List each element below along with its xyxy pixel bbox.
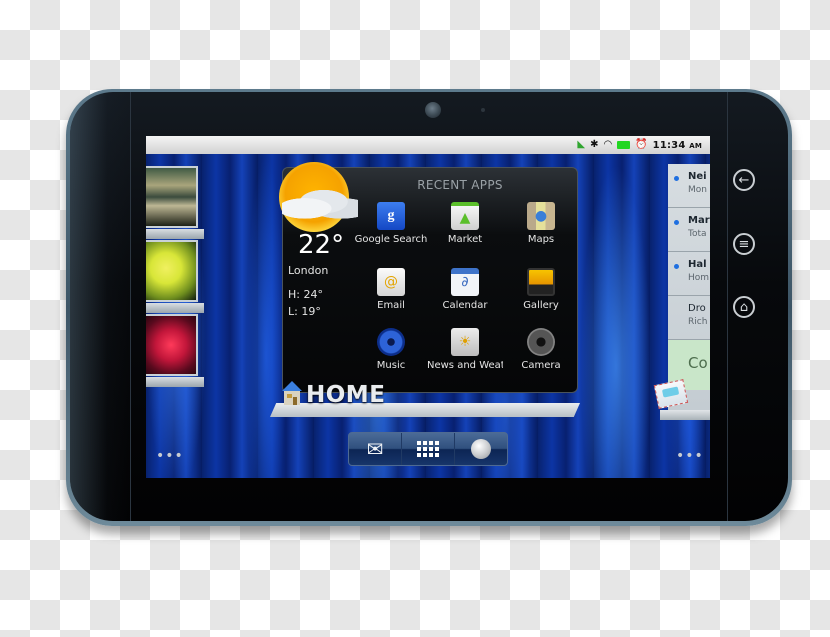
dock: ✉ xyxy=(348,432,508,466)
house-icon xyxy=(282,381,302,405)
app-maps[interactable]: ● Maps xyxy=(503,202,579,245)
home-label[interactable]: HOME xyxy=(306,382,385,408)
app-grid-icon xyxy=(417,441,439,457)
app-market[interactable]: ▲ Market xyxy=(427,202,503,245)
weather-city: London xyxy=(288,264,329,277)
notification-sender: Mar xyxy=(688,215,710,226)
app-email[interactable]: @ Email xyxy=(353,268,429,311)
notification-item[interactable]: Mar Tota xyxy=(668,208,710,252)
market-icon: ▲ xyxy=(451,202,479,230)
photo-shelf xyxy=(146,303,204,313)
front-camera xyxy=(425,102,441,118)
music-icon xyxy=(377,328,405,356)
bezel-divider-left xyxy=(130,92,131,521)
google-search-icon: g xyxy=(377,202,405,230)
email-icon: @ xyxy=(377,268,405,296)
left-panel-dots-button[interactable]: ••• xyxy=(156,448,184,464)
app-label: Music xyxy=(376,360,406,371)
photo-thumbnail[interactable] xyxy=(146,314,198,376)
notification-preview: Rich xyxy=(688,317,708,327)
news-weather-icon: ☀ xyxy=(451,328,479,356)
app-google-search[interactable]: g Google Search xyxy=(353,202,429,245)
notifications-panel: Nei Mon Mar Tota Hal Hom Dro Rich Co xyxy=(668,164,710,410)
app-label: Market xyxy=(447,234,483,245)
dock-browser-button[interactable] xyxy=(455,433,507,465)
bezel-divider-right xyxy=(727,92,728,521)
status-bar[interactable]: ◣ ✱ ◠ ⏰ 11:34 AM xyxy=(146,136,710,154)
battery-icon xyxy=(617,141,631,149)
house-icon: ⌂ xyxy=(739,299,749,315)
notification-item[interactable]: Nei Mon xyxy=(668,164,710,208)
right-panel-dots-button[interactable]: ••• xyxy=(676,448,704,464)
bluetooth-icon: ✱ xyxy=(590,139,599,150)
weather-low: L: 19° xyxy=(288,305,321,318)
home-screen: ◣ ✱ ◠ ⏰ 11:34 AM RECENT APPS g Google Se… xyxy=(146,136,710,478)
unread-dot-icon xyxy=(674,264,679,269)
app-calendar[interactable]: ∂ Calendar xyxy=(427,268,503,311)
cloud-icon xyxy=(282,188,358,222)
photo-thumbnail[interactable] xyxy=(146,240,198,302)
notification-sender: Nei xyxy=(688,171,707,182)
photo-shelf xyxy=(146,229,204,239)
notification-preview: Mon xyxy=(688,185,707,195)
notification-preview: Hom xyxy=(688,273,710,283)
app-label: News and Weather xyxy=(427,360,503,371)
app-news-weather[interactable]: ☀ News and Weather xyxy=(427,328,503,371)
photo-shelf xyxy=(146,377,204,387)
dock-apps-button[interactable] xyxy=(402,433,455,465)
envelope-icon: ✉ xyxy=(366,437,384,461)
arrow-left-icon: ← xyxy=(738,172,750,188)
app-label: Maps xyxy=(527,234,555,245)
weather-high: H: 24° xyxy=(288,288,323,301)
notification-item[interactable]: Hal Hom xyxy=(668,252,710,296)
alarm-icon: ⏰ xyxy=(635,139,648,150)
menu-lines-icon: ≡ xyxy=(738,236,750,252)
app-label: Gallery xyxy=(523,300,559,311)
app-label: Calendar xyxy=(442,300,488,311)
notification-sender: Hal xyxy=(688,259,707,270)
app-music[interactable]: Music xyxy=(353,328,429,371)
light-sensor xyxy=(481,108,485,112)
app-camera[interactable]: Camera xyxy=(503,328,579,371)
gallery-icon xyxy=(527,268,555,296)
clock-time: 11:34 xyxy=(652,139,686,151)
notification-item[interactable]: Dro Rich xyxy=(668,296,710,340)
unread-dot-icon xyxy=(674,176,679,181)
maps-icon: ● xyxy=(527,202,555,230)
app-label: Email xyxy=(377,300,405,311)
clock: 11:34 AM xyxy=(653,140,702,151)
app-label: Camera xyxy=(521,360,561,371)
app-gallery[interactable]: Gallery xyxy=(503,268,579,311)
clock-ampm: AM xyxy=(689,141,702,150)
hardware-home-button[interactable]: ⌂ xyxy=(733,296,755,318)
dock-messages-button[interactable]: ✉ xyxy=(349,433,402,465)
hardware-back-button[interactable]: ← xyxy=(733,169,755,191)
globe-icon xyxy=(471,439,491,459)
calendar-icon: ∂ xyxy=(451,268,479,296)
notification-preview: Tota xyxy=(688,229,707,239)
unread-dot-icon xyxy=(674,220,679,225)
notification-sender: Dro xyxy=(688,303,706,314)
wifi-icon: ◠ xyxy=(603,139,613,150)
weather-temperature: 22° xyxy=(298,230,345,260)
bezel-gloss xyxy=(70,92,132,521)
photo-thumbnail[interactable] xyxy=(146,166,198,228)
hardware-menu-button[interactable]: ≡ xyxy=(733,233,755,255)
app-label: Google Search xyxy=(354,234,428,245)
notifications-shelf xyxy=(660,410,710,420)
camera-icon xyxy=(527,328,555,356)
sync-icon: ◣ xyxy=(577,139,586,150)
